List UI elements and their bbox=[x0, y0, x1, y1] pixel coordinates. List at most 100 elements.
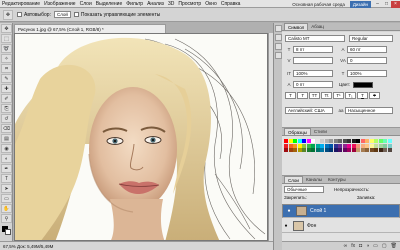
underline-button[interactable]: T bbox=[357, 92, 368, 99]
color-swatch[interactable] bbox=[383, 148, 387, 152]
visibility-eye-icon[interactable]: ● bbox=[282, 223, 290, 229]
eyedropper-icon[interactable]: ✎ bbox=[1, 74, 12, 83]
font-size-field[interactable]: 8 пт bbox=[293, 46, 333, 53]
color-swatch[interactable] bbox=[324, 148, 329, 152]
visibility-eye-icon[interactable]: ● bbox=[285, 208, 293, 214]
path-select-icon[interactable]: ➤ bbox=[1, 184, 12, 193]
menu-view[interactable]: Просмотр bbox=[178, 1, 201, 7]
color-swatch[interactable] bbox=[378, 148, 383, 152]
font-style-select[interactable]: Regular bbox=[349, 35, 393, 42]
brush-panel-icon[interactable] bbox=[275, 52, 282, 59]
color-swatch[interactable] bbox=[297, 148, 302, 152]
color-swatch[interactable] bbox=[365, 143, 369, 148]
shape-icon[interactable]: ▭ bbox=[1, 194, 12, 203]
gradient-icon[interactable]: ▤ bbox=[1, 134, 12, 143]
color-swatch[interactable] bbox=[360, 139, 365, 143]
blend-mode-select[interactable]: Обычные bbox=[284, 186, 324, 193]
baseline-shift-field[interactable]: 0 пт bbox=[293, 81, 333, 88]
menu-3d[interactable]: 3D bbox=[168, 1, 174, 7]
color-swatch[interactable] bbox=[320, 148, 324, 152]
layer-row[interactable]: ● Слой 1 bbox=[282, 204, 400, 218]
color-swatch[interactable] bbox=[338, 139, 342, 143]
color-swatch[interactable] bbox=[347, 148, 351, 152]
move-icon[interactable]: ✥ bbox=[1, 24, 12, 33]
color-swatch[interactable] bbox=[356, 143, 360, 148]
color-swatch[interactable] bbox=[288, 148, 293, 152]
menu-help[interactable]: Справка bbox=[221, 1, 241, 7]
color-swatch[interactable] bbox=[347, 143, 351, 148]
type-icon[interactable]: T bbox=[1, 174, 12, 183]
tab-styles[interactable]: Стили bbox=[311, 128, 330, 135]
color-swatch[interactable] bbox=[329, 143, 333, 148]
color-swatch[interactable] bbox=[351, 139, 356, 143]
hand-icon[interactable]: ✋ bbox=[1, 204, 12, 213]
adjustment-icon[interactable]: ◑ bbox=[366, 243, 369, 249]
color-swatch[interactable] bbox=[374, 139, 378, 143]
stamp-icon[interactable]: ⎘ bbox=[1, 104, 12, 113]
maximize-button[interactable]: □ bbox=[382, 1, 391, 8]
color-swatch[interactable] bbox=[369, 148, 374, 152]
auto-select-dropdown[interactable]: Слой bbox=[53, 11, 71, 18]
fx-icon[interactable]: fx bbox=[351, 243, 355, 249]
kerning-field[interactable] bbox=[293, 57, 333, 64]
font-family-select[interactable]: Calisto MT bbox=[285, 35, 345, 42]
color-swatch[interactable] bbox=[387, 143, 392, 148]
color-swatch[interactable] bbox=[383, 143, 387, 148]
color-swatch[interactable] bbox=[302, 148, 306, 152]
color-swatch[interactable] bbox=[338, 148, 342, 152]
color-swatch[interactable] bbox=[369, 139, 374, 143]
color-swatch[interactable] bbox=[374, 143, 378, 148]
color-swatch[interactable] bbox=[297, 143, 302, 148]
document-tab[interactable]: Рисунок 1.jpg @ 67,5% (Слой 1, RGB/8) * bbox=[14, 24, 166, 33]
lasso-icon[interactable]: ➰ bbox=[1, 44, 12, 53]
color-swatch[interactable] bbox=[329, 148, 333, 152]
color-swatch[interactable] bbox=[284, 148, 288, 152]
color-swatch[interactable] bbox=[315, 143, 320, 148]
close-button[interactable]: × bbox=[391, 0, 400, 8]
color-swatch[interactable] bbox=[306, 148, 311, 152]
color-swatch[interactable] bbox=[306, 143, 311, 148]
minimize-button[interactable]: – bbox=[373, 1, 382, 8]
tracking-field[interactable]: 0 bbox=[347, 57, 387, 64]
subscript-button[interactable]: T₁ bbox=[345, 92, 356, 99]
color-swatch[interactable] bbox=[342, 143, 347, 148]
color-swatch[interactable] bbox=[284, 143, 288, 148]
magic-wand-icon[interactable]: ✧ bbox=[1, 54, 12, 63]
color-swatch[interactable] bbox=[333, 143, 338, 148]
tab-layers[interactable]: Слои bbox=[284, 176, 303, 183]
color-swatch[interactable] bbox=[369, 143, 374, 148]
tab-channels[interactable]: Каналы bbox=[303, 176, 325, 183]
leading-field[interactable]: 60 пт bbox=[347, 46, 387, 53]
color-swatch[interactable] bbox=[288, 143, 293, 148]
color-swatch[interactable] bbox=[320, 139, 324, 143]
strikethrough-button[interactable]: T bbox=[369, 92, 380, 99]
color-swatch[interactable] bbox=[293, 148, 297, 152]
link-icon[interactable]: ∞ bbox=[344, 243, 348, 249]
workspace-essentials[interactable]: Основная рабочая среда bbox=[289, 1, 348, 8]
color-swatch[interactable] bbox=[311, 148, 315, 152]
menu-edit[interactable]: Редактирование bbox=[2, 1, 40, 7]
folder-icon[interactable]: ▭ bbox=[373, 243, 378, 249]
color-swatch[interactable] bbox=[333, 139, 338, 143]
color-swatch[interactable] bbox=[338, 143, 342, 148]
small-caps-button[interactable]: Tt bbox=[321, 92, 332, 99]
color-swatch[interactable] bbox=[378, 143, 383, 148]
color-swatch[interactable] bbox=[351, 143, 356, 148]
zoom-icon[interactable]: ⚲ bbox=[1, 214, 12, 223]
color-swatch[interactable] bbox=[302, 143, 306, 148]
language-select[interactable]: Английский: США bbox=[285, 107, 333, 114]
color-swatch[interactable] bbox=[293, 139, 297, 143]
color-swatch[interactable] bbox=[360, 143, 365, 148]
superscript-button[interactable]: T¹ bbox=[333, 92, 344, 99]
horizontal-scale-field[interactable]: 100% bbox=[347, 70, 387, 77]
color-swatch[interactable] bbox=[365, 139, 369, 143]
trash-icon[interactable]: 🗑 bbox=[391, 243, 397, 249]
color-swatch[interactable] bbox=[315, 148, 320, 152]
color-swatch[interactable] bbox=[351, 148, 356, 152]
color-swatch[interactable] bbox=[320, 143, 324, 148]
document-canvas[interactable] bbox=[14, 33, 268, 241]
color-swatch[interactable] bbox=[387, 139, 392, 143]
text-color-swatch[interactable] bbox=[353, 81, 374, 88]
color-swatch[interactable] bbox=[383, 139, 387, 143]
color-swatch[interactable] bbox=[311, 143, 315, 148]
